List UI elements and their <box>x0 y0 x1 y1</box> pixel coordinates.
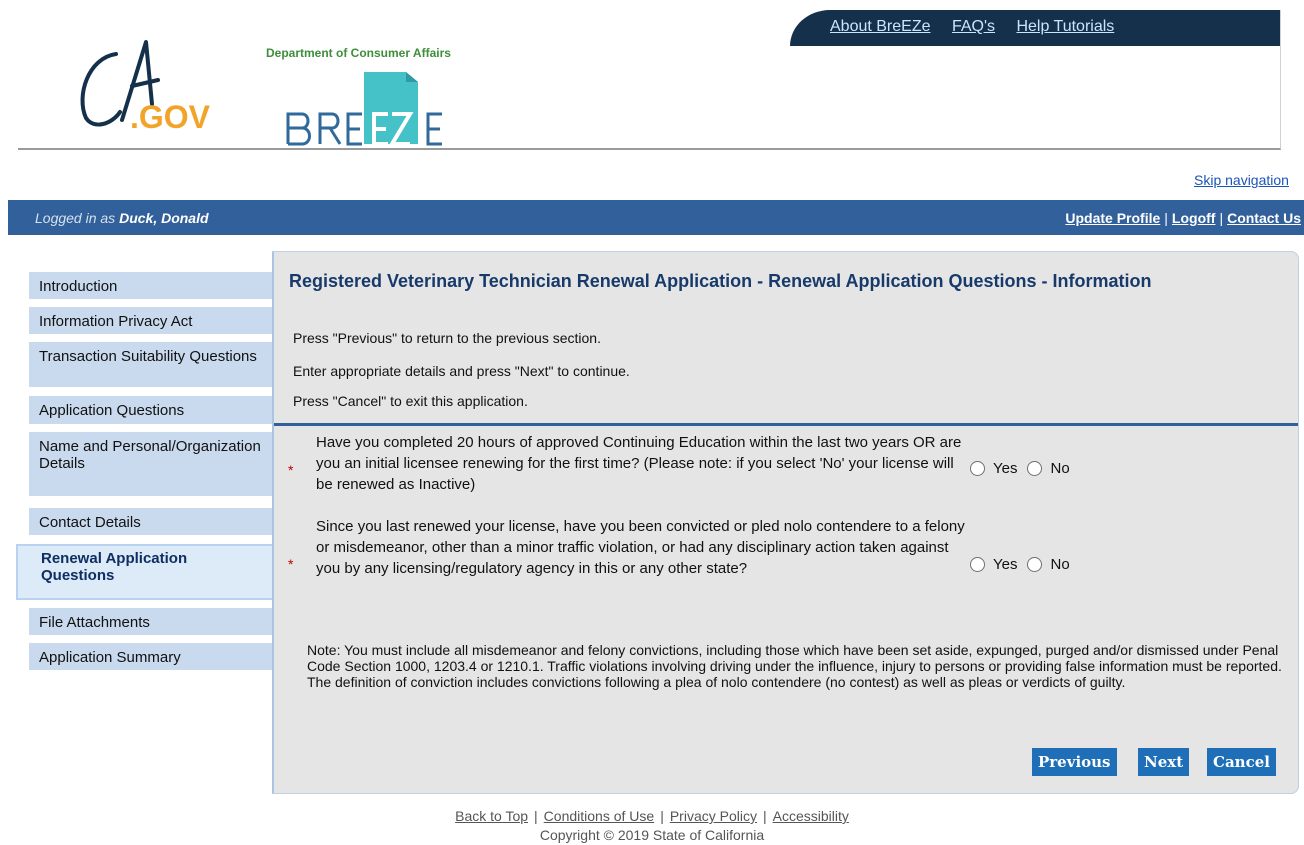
contact-us-link[interactable]: Contact Us <box>1227 210 1301 226</box>
back-to-top-link[interactable]: Back to Top <box>455 808 528 824</box>
copyright: Copyright © 2019 State of California <box>539 827 765 843</box>
nav-item-transaction-suitability-questions[interactable]: Transaction Suitability Questions <box>29 342 272 387</box>
cancel-button[interactable]: Cancel <box>1207 748 1276 776</box>
logged-in-prefix: Logged in as <box>35 210 116 226</box>
nav-item-application-summary[interactable]: Application Summary <box>29 643 272 670</box>
next-button[interactable]: Next <box>1138 748 1190 776</box>
no-label: No <box>1050 556 1070 573</box>
help-tutorials-link[interactable]: Help Tutorials <box>1016 18 1114 35</box>
breeze-logo <box>286 72 442 146</box>
previous-button[interactable]: Previous <box>1032 748 1117 776</box>
yes-radio[interactable] <box>970 461 985 476</box>
instruction-next: Enter appropriate details and press "Nex… <box>293 363 630 379</box>
question-text: Have you completed 20 hours of approved … <box>316 434 962 493</box>
skip-navigation: Skip navigation <box>1194 172 1289 188</box>
main-panel: Registered Veterinary Technician Renewal… <box>272 251 1299 794</box>
user-links: Update Profile | Logoff | Contact Us <box>1065 210 1301 226</box>
yes-label: Yes <box>993 556 1018 573</box>
nav-item-name-and-personal-details[interactable]: Name and Personal/Organization Details <box>29 432 272 496</box>
instruction-cancel: Press "Cancel" to exit this application. <box>293 393 528 409</box>
no-label: No <box>1050 460 1070 477</box>
required-asterisk: * <box>288 462 294 478</box>
question-convictions: * Since you last renewed your license, h… <box>274 516 1298 616</box>
footer-links: Back to Top | Conditions of Use | Privacy Po… <box>0 808 1304 824</box>
nav-item-contact-details[interactable]: Contact Details <box>29 508 272 535</box>
accessibility-link[interactable]: Accessibility <box>773 808 849 824</box>
nav-item-introduction[interactable]: Introduction <box>29 272 272 299</box>
skip-navigation-link[interactable]: Skip navigation <box>1194 172 1289 188</box>
about-breeze-link[interactable]: About BreEZe <box>830 18 931 35</box>
logoff-link[interactable]: Logoff <box>1172 210 1216 226</box>
yes-no-radio-group: Yes No <box>970 460 1080 477</box>
yes-radio[interactable] <box>970 557 985 572</box>
top-nav-links: About BreEZe FAQ's Help Tutorials <box>830 18 1131 36</box>
svg-text:.GOV: .GOV <box>130 99 211 134</box>
nav-item-renewal-application-questions[interactable]: Renewal Application Questions <box>16 544 274 600</box>
question-text: Since you last renewed your license, hav… <box>316 518 965 577</box>
yes-no-radio-group: Yes No <box>970 556 1080 573</box>
site-header: About BreEZe FAQ's Help Tutorials .GOV D… <box>0 0 1304 152</box>
no-radio[interactable] <box>1027 557 1043 572</box>
no-radio[interactable] <box>1027 461 1043 476</box>
yes-label: Yes <box>993 460 1018 477</box>
user-bar: Logged in as Duck, Donald Update Profile… <box>8 200 1304 235</box>
instruction-previous: Press "Previous" to return to the previo… <box>293 330 601 346</box>
nav-item-information-privacy-act[interactable]: Information Privacy Act <box>29 307 272 334</box>
separator: | <box>762 808 767 824</box>
ca-gov-logo[interactable]: .GOV <box>68 34 218 134</box>
user-name: Duck, Donald <box>119 210 209 226</box>
separator: | <box>1164 210 1168 226</box>
nav-item-file-attachments[interactable]: File Attachments <box>29 608 272 635</box>
nav-item-application-questions[interactable]: Application Questions <box>29 396 272 424</box>
dca-label: Department of Consumer Affairs <box>266 46 451 60</box>
conditions-of-use-link[interactable]: Conditions of Use <box>544 808 655 824</box>
update-profile-link[interactable]: Update Profile <box>1065 210 1160 226</box>
separator: | <box>1219 210 1224 226</box>
convictions-note: Note: You must include all misdemeanor a… <box>307 642 1282 690</box>
question-continuing-education: * Have you completed 20 hours of approve… <box>274 432 1298 516</box>
privacy-policy-link[interactable]: Privacy Policy <box>670 808 757 824</box>
faqs-link[interactable]: FAQ's <box>952 18 995 35</box>
page-title: Registered Veterinary Technician Renewal… <box>289 271 1152 291</box>
separator: | <box>534 808 538 824</box>
separator: | <box>660 808 664 824</box>
logged-in-status: Logged in as Duck, Donald <box>35 210 209 226</box>
required-asterisk: * <box>288 556 294 572</box>
section-divider <box>274 423 1298 426</box>
